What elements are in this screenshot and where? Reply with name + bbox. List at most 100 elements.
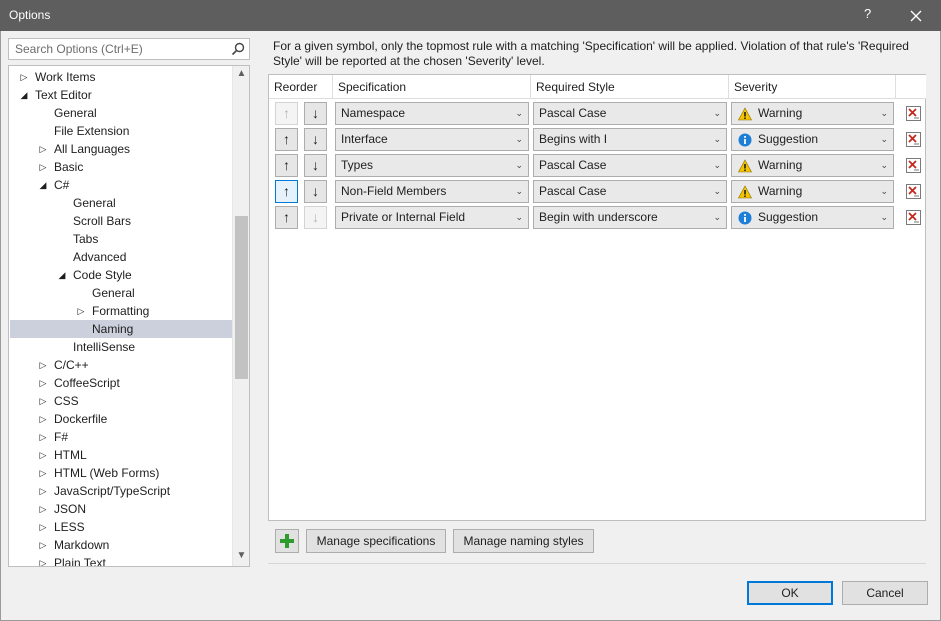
severity-dropdown[interactable]: Warning ⌄ (731, 154, 894, 177)
tree-item[interactable]: File Extension (10, 122, 232, 140)
manage-naming-styles-button[interactable]: Manage naming styles (453, 529, 594, 553)
manage-specifications-button[interactable]: Manage specifications (306, 529, 446, 553)
required-style-dropdown[interactable]: Begin with underscore ⌄ (533, 206, 727, 229)
collapsed-arrow-icon[interactable]: ▷ (38, 158, 48, 176)
specification-dropdown[interactable]: Namespace ⌄ (335, 102, 529, 125)
specification-dropdown[interactable]: Interface ⌄ (335, 128, 529, 151)
delete-rule-icon[interactable] (905, 183, 922, 200)
help-button[interactable]: ? (864, 6, 871, 21)
move-up-button[interactable]: ↑ (275, 206, 298, 229)
chevron-down-icon: ⌄ (515, 134, 523, 144)
tree-item[interactable]: ▷ JavaScript/TypeScript (10, 482, 232, 500)
severity-dropdown[interactable]: Suggestion ⌄ (731, 128, 894, 151)
specification-dropdown[interactable]: Non-Field Members ⌄ (335, 180, 529, 203)
tree-item[interactable]: Tabs (10, 230, 232, 248)
collapsed-arrow-icon[interactable]: ▷ (38, 374, 48, 392)
expanded-arrow-icon[interactable]: ◢ (19, 86, 29, 104)
tree-item[interactable]: ▷ C/C++ (10, 356, 232, 374)
collapsed-arrow-icon[interactable]: ▷ (38, 140, 48, 158)
move-down-button[interactable]: ↓ (304, 180, 327, 203)
collapsed-arrow-icon[interactable]: ▷ (38, 500, 48, 518)
tree-item[interactable]: Scroll Bars (10, 212, 232, 230)
severity-value: Suggestion (758, 210, 819, 224)
scroll-up-icon[interactable]: ▲ (233, 68, 249, 82)
move-up-button[interactable]: ↑ (275, 102, 298, 125)
severity-dropdown[interactable]: Suggestion ⌄ (731, 206, 894, 229)
collapsed-arrow-icon[interactable]: ▷ (38, 392, 48, 410)
collapsed-arrow-icon[interactable]: ▷ (38, 482, 48, 500)
tree-item[interactable]: ▷ Basic (10, 158, 232, 176)
search-icon[interactable] (231, 42, 245, 56)
chevron-down-icon: ⌄ (880, 108, 888, 118)
scroll-down-icon[interactable]: ▼ (233, 550, 249, 564)
add-rule-button[interactable] (275, 529, 299, 553)
collapsed-arrow-icon[interactable]: ▷ (38, 356, 48, 374)
tree-item[interactable]: General (10, 284, 232, 302)
tree-item[interactable]: ▷ F# (10, 428, 232, 446)
move-down-button[interactable]: ↓ (304, 102, 327, 125)
required-style-dropdown[interactable]: Pascal Case ⌄ (533, 154, 727, 177)
tree-item[interactable]: ▷ Markdown (10, 536, 232, 554)
expanded-arrow-icon[interactable]: ◢ (38, 176, 48, 194)
collapsed-arrow-icon[interactable]: ▷ (38, 428, 48, 446)
collapsed-arrow-icon[interactable]: ▷ (38, 554, 48, 566)
required-style-dropdown[interactable]: Pascal Case ⌄ (533, 102, 727, 125)
specification-dropdown[interactable]: Private or Internal Field ⌄ (335, 206, 529, 229)
close-icon[interactable] (906, 6, 926, 26)
chevron-down-icon: ⌄ (515, 186, 523, 196)
chevron-down-icon: ⌄ (880, 186, 888, 196)
delete-rule-icon[interactable] (905, 105, 922, 122)
tree-item[interactable]: ▷ CoffeeScript (10, 374, 232, 392)
delete-rule-icon[interactable] (905, 209, 922, 226)
tree-item[interactable]: ▷ HTML (10, 446, 232, 464)
cancel-button[interactable]: Cancel (842, 581, 928, 605)
collapsed-arrow-icon[interactable]: ▷ (38, 518, 48, 536)
collapsed-arrow-icon[interactable]: ▷ (38, 410, 48, 428)
expanded-arrow-icon[interactable]: ◢ (57, 266, 67, 284)
required-style-dropdown[interactable]: Pascal Case ⌄ (533, 180, 727, 203)
severity-dropdown[interactable]: Warning ⌄ (731, 180, 894, 203)
search-box[interactable] (8, 38, 250, 60)
tree-item[interactable]: ◢ C# (10, 176, 232, 194)
collapsed-arrow-icon[interactable]: ▷ (76, 302, 86, 320)
tree-item[interactable]: ▷ All Languages (10, 140, 232, 158)
tree-item-label: LESS (54, 520, 85, 534)
tree-item[interactable]: ▷ Work Items (10, 68, 232, 86)
options-tree[interactable]: ▲ ▼ ▷ Work Items ◢ Text Editor General File E… (8, 65, 250, 567)
tree-item[interactable]: Advanced (10, 248, 232, 266)
tree-item[interactable]: ◢ Code Style (10, 266, 232, 284)
tree-item-label: Markdown (54, 538, 110, 552)
tree-item[interactable]: ▷ LESS (10, 518, 232, 536)
collapsed-arrow-icon[interactable]: ▷ (38, 464, 48, 482)
move-down-button[interactable]: ↓ (304, 128, 327, 151)
move-up-button[interactable]: ↑ (275, 180, 298, 203)
move-up-button[interactable]: ↑ (275, 128, 298, 151)
specification-dropdown[interactable]: Types ⌄ (335, 154, 529, 177)
tree-item[interactable]: General (10, 104, 232, 122)
tree-scrollbar[interactable]: ▲ ▼ (232, 66, 249, 566)
severity-dropdown[interactable]: Warning ⌄ (731, 102, 894, 125)
tree-item[interactable]: ▷ Dockerfile (10, 410, 232, 428)
collapsed-arrow-icon[interactable]: ▷ (19, 68, 29, 86)
delete-rule-icon[interactable] (905, 157, 922, 174)
tree-item[interactable]: ▷ JSON (10, 500, 232, 518)
move-up-button[interactable]: ↑ (275, 154, 298, 177)
tree-item[interactable]: ◢ Text Editor (10, 86, 232, 104)
tree-item-label: IntelliSense (73, 340, 136, 354)
tree-item[interactable]: General (10, 194, 232, 212)
ok-button[interactable]: OK (747, 581, 833, 605)
tree-item[interactable]: ▷ HTML (Web Forms) (10, 464, 232, 482)
move-down-button[interactable]: ↓ (304, 154, 327, 177)
collapsed-arrow-icon[interactable]: ▷ (38, 536, 48, 554)
tree-item[interactable]: ▷ Formatting (10, 302, 232, 320)
tree-item[interactable]: Naming (10, 320, 232, 338)
delete-rule-icon[interactable] (905, 131, 922, 148)
tree-item[interactable]: ▷ CSS (10, 392, 232, 410)
tree-item[interactable]: IntelliSense (10, 338, 232, 356)
move-down-button[interactable]: ↓ (304, 206, 327, 229)
tree-item[interactable]: ▷ Plain Text (10, 554, 232, 566)
required-style-dropdown[interactable]: Begins with I ⌄ (533, 128, 727, 151)
collapsed-arrow-icon[interactable]: ▷ (38, 446, 48, 464)
scroll-thumb[interactable] (235, 216, 248, 379)
search-input[interactable] (13, 40, 223, 58)
